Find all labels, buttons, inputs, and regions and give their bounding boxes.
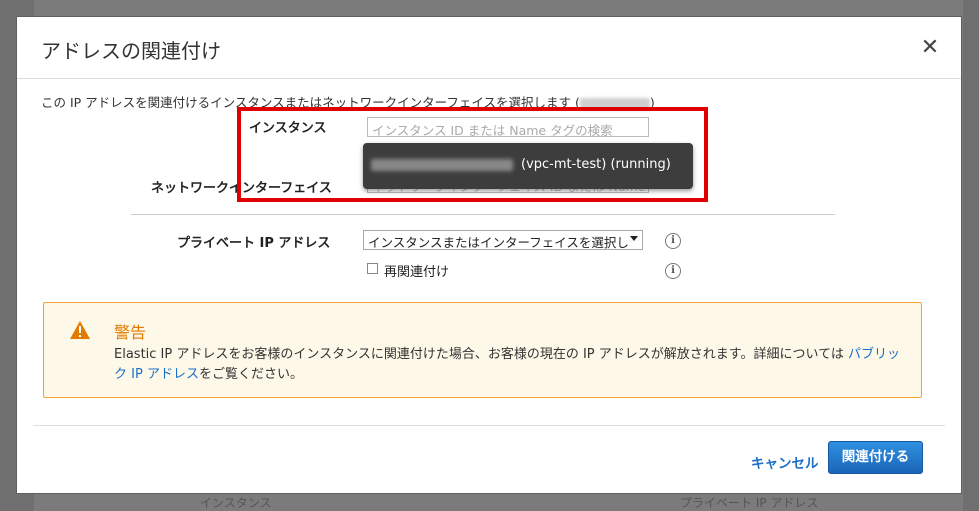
background-label-right: プライベート IP アドレス [680,496,819,510]
close-icon[interactable]: ✕ [919,37,941,59]
private-ip-select[interactable]: インスタンスまたはインターフェイスを選択し [363,230,643,250]
associate-address-dialog: アドレスの関連付け ✕ この IP アドレスを関連付けるインスタンスまたはネット… [16,16,962,494]
highlight-annotation [237,107,708,202]
warning-icon [70,321,90,339]
reassociate-label: 再関連付け [384,265,450,280]
info-icon[interactable]: i [665,263,681,279]
public-ip-link-part2[interactable]: ク IP アドレス [114,367,199,382]
footer-divider [33,425,945,426]
warning-text: Elastic IP アドレスをお客様のインスタンスに関連付けた場合、お客様の現… [114,345,904,385]
background-label-left: インスタンス [200,496,272,510]
warning-text-end: をご覧ください。 [198,367,303,382]
dialog-header: アドレスの関連付け ✕ [17,17,961,79]
dialog-title: アドレスの関連付け [41,39,221,63]
form-divider [131,214,835,215]
warning-text-body: Elastic IP アドレスをお客様のインスタンスに関連付けた場合、お客様の現… [114,347,844,362]
associate-button[interactable]: 関連付ける [828,441,923,474]
chevron-down-icon [630,236,638,241]
private-ip-label: プライベート IP アドレス [177,236,331,251]
warning-title: 警告 [114,323,147,342]
cancel-button[interactable]: キャンセル [751,452,819,472]
warning-box: 警告 Elastic IP アドレスをお客様のインスタンスに関連付けた場合、お客… [43,302,922,398]
background-right-strip [963,0,979,511]
reassociate-checkbox[interactable] [367,263,378,274]
public-ip-link-part1[interactable]: パブリッ [848,347,900,362]
info-icon[interactable]: i [665,233,681,249]
private-ip-select-value: インスタンスまたはインターフェイスを選択し [368,235,629,250]
